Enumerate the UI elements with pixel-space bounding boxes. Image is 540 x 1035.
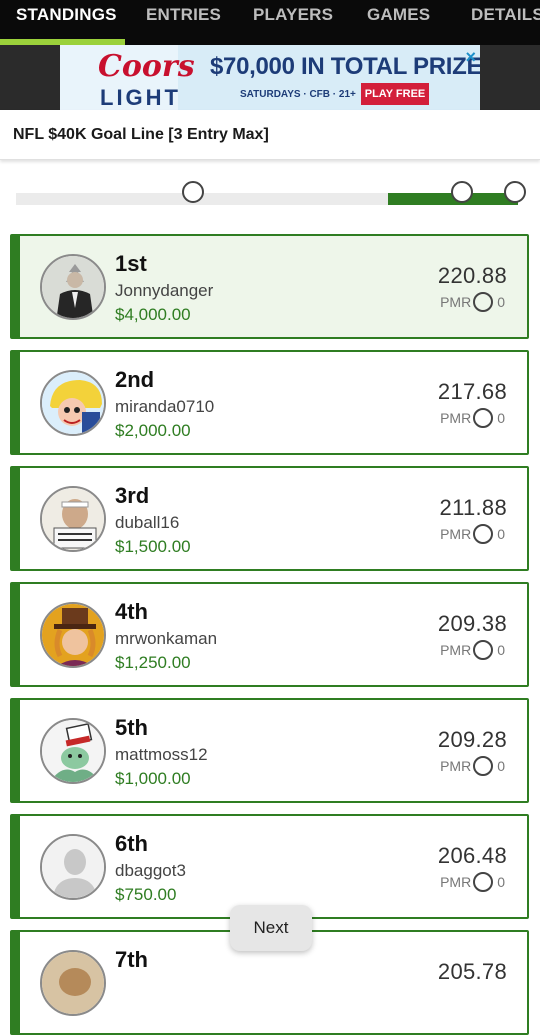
- standings-row[interactable]: 5th mattmoss12 $1,000.00 209.28 PMR 0: [10, 698, 529, 803]
- prize-amount: $2,000.00: [115, 421, 191, 440]
- username: mattmoss12: [115, 745, 208, 764]
- score-value: 220.88: [437, 263, 507, 288]
- pmr-indicator: PMR 0: [440, 639, 505, 661]
- tab-players[interactable]: PLAYERS: [253, 0, 333, 45]
- avatar: [40, 602, 106, 668]
- top-hat-avatar-icon: [42, 604, 104, 666]
- green-cartoon-avatar-icon: [42, 720, 104, 782]
- pmr-label: PMR: [440, 642, 472, 658]
- standings-range-slider[interactable]: [0, 170, 540, 220]
- rank-label: 2nd: [115, 367, 155, 392]
- avatar: [40, 950, 106, 1016]
- tab-details[interactable]: DETAILS: [471, 0, 540, 45]
- avatar: [40, 486, 106, 552]
- rank-label: 4th: [115, 599, 148, 624]
- username: miranda0710: [115, 397, 215, 416]
- pmr-ring-icon: [473, 640, 494, 660]
- pmr-ring-icon: [473, 292, 494, 312]
- rank-label: 5th: [115, 715, 148, 740]
- avatar: [40, 834, 106, 900]
- pmr-value: 0: [497, 874, 505, 890]
- score-value: 209.38: [437, 611, 507, 636]
- pmr-label: PMR: [440, 758, 472, 774]
- next-button[interactable]: Next: [230, 905, 312, 951]
- rank-label: 1st: [115, 251, 147, 276]
- pmr-indicator: PMR 0: [440, 291, 505, 313]
- pmr-indicator: PMR 0: [440, 407, 505, 429]
- standings-row[interactable]: 6th dbaggot3 $750.00 206.48 PMR 0: [10, 814, 529, 919]
- pmr-label: PMR: [440, 526, 472, 542]
- score-value: 206.48: [437, 843, 507, 868]
- standings-row[interactable]: 4th mrwonkaman $1,250.00 209.38 PMR 0: [10, 582, 529, 687]
- avatar: [40, 718, 106, 784]
- tab-games[interactable]: GAMES: [367, 0, 430, 45]
- ad-banner[interactable]: Coors LIGHT $70,000 IN TOTAL PRIZES SATU…: [60, 45, 480, 110]
- score-value: 205.78: [437, 959, 507, 984]
- prize-amount: $1,000.00: [115, 769, 191, 788]
- brand-logo: Coors LIGHT: [60, 45, 195, 110]
- standings-row[interactable]: 3rd duball16 $1,500.00 211.88 PMR 0: [10, 466, 529, 571]
- username: duball16: [115, 513, 180, 532]
- prize-amount: $1,250.00: [115, 653, 191, 672]
- cartoon-football-fan-avatar-icon: [42, 372, 104, 434]
- pmr-ring-icon: [473, 756, 494, 776]
- ad-headline: $70,000 IN TOTAL PRIZES: [210, 53, 480, 80]
- avatar: [40, 254, 106, 320]
- rank-label: 6th: [115, 831, 148, 856]
- rank-label: 3rd: [115, 483, 150, 508]
- username: mrwonkaman: [115, 629, 218, 648]
- pmr-indicator: PMR 0: [440, 523, 505, 545]
- pmr-indicator: PMR 0: [440, 871, 505, 893]
- slider-handle-middle[interactable]: [451, 181, 473, 203]
- prize-amount: $750.00: [115, 885, 177, 904]
- pmr-indicator: PMR 0: [440, 755, 505, 777]
- white-mamba-avatar-icon: [42, 488, 104, 550]
- pmr-label: PMR: [440, 410, 472, 426]
- username: dbaggot3: [115, 861, 186, 880]
- score-value: 209.28: [437, 727, 507, 752]
- pmr-value: 0: [497, 526, 505, 542]
- pmr-label: PMR: [440, 874, 472, 890]
- avatar: [40, 370, 106, 436]
- score-value: 211.88: [439, 495, 507, 520]
- rank-label: 7th: [115, 947, 148, 972]
- suited-character-avatar-icon: [42, 256, 104, 318]
- contest-title: NFL $40K Goal Line [3 Entry Max]: [13, 126, 269, 143]
- pmr-ring-icon: [473, 872, 494, 892]
- prize-amount: $1,500.00: [115, 537, 191, 556]
- default-user-avatar-icon: [42, 836, 104, 898]
- ad-subline: SATURDAYS · CFB · 21+: [240, 89, 356, 100]
- standings-row[interactable]: 2nd miranda0710 $2,000.00 217.68 PMR 0: [10, 350, 529, 455]
- brand-logo-line2: LIGHT: [100, 85, 181, 110]
- username: Jonnydanger: [115, 281, 214, 300]
- ad-cta-button[interactable]: PLAY FREE: [361, 83, 429, 105]
- pmr-label: PMR: [440, 294, 472, 310]
- tab-entries[interactable]: ENTRIES: [146, 0, 221, 45]
- pmr-value: 0: [497, 410, 505, 426]
- ad-banner-area: Coors LIGHT $70,000 IN TOTAL PRIZES SATU…: [0, 45, 540, 110]
- brand-logo-line1: Coors: [98, 49, 195, 84]
- pmr-value: 0: [497, 758, 505, 774]
- contest-header: NFL $40K Goal Line [3 Entry Max]: [0, 110, 540, 160]
- pmr-value: 0: [497, 294, 505, 310]
- score-value: 217.68: [437, 379, 507, 404]
- close-icon[interactable]: ×: [465, 47, 476, 68]
- pmr-ring-icon: [473, 408, 494, 428]
- standings-row[interactable]: 1st Jonnydanger $4,000.00 220.88 PMR 0: [10, 234, 529, 339]
- dog-photo-avatar-icon: [42, 952, 104, 1014]
- slider-handle-left[interactable]: [182, 181, 204, 203]
- pmr-value: 0: [497, 642, 505, 658]
- prize-amount: $4,000.00: [115, 305, 191, 324]
- tab-bar: STANDINGS ENTRIES PLAYERS GAMES DETAILS: [0, 0, 540, 45]
- pmr-ring-icon: [473, 524, 494, 544]
- slider-handle-right[interactable]: [504, 181, 526, 203]
